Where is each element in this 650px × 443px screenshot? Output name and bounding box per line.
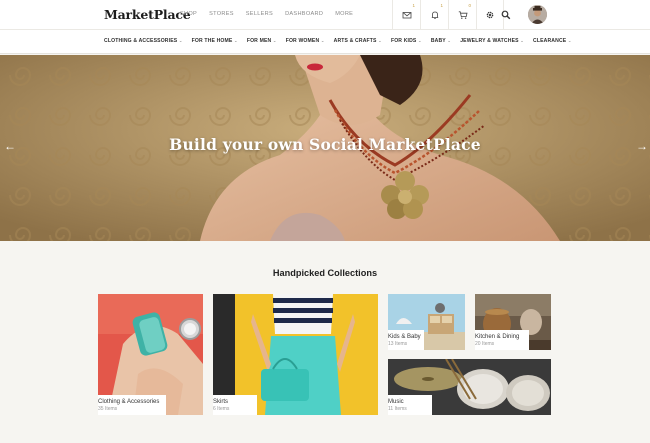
nav-stores[interactable]: STORES xyxy=(209,11,234,17)
hero-title: Build your own Social MarketPlace xyxy=(169,135,481,154)
category-for-kids[interactable]: FOR KIDS xyxy=(391,38,422,44)
collection-caption: Skirts 6 Items xyxy=(213,395,257,415)
collection-name: Skirts xyxy=(213,399,228,405)
nav-more[interactable]: MORE xyxy=(335,11,353,17)
notifications-button[interactable]: 1 xyxy=(420,0,448,30)
nav-sellers[interactable]: SELLERS xyxy=(246,11,273,17)
site-logo[interactable]: MarketPlace xyxy=(104,7,191,22)
envelope-icon xyxy=(402,12,411,19)
nav-shop[interactable]: SHOP xyxy=(180,11,197,17)
collection-caption: Clothing & Accessories 35 Items xyxy=(98,395,166,415)
search-icon[interactable] xyxy=(500,9,512,21)
messages-button[interactable]: 1 xyxy=(392,0,420,30)
collection-tile-skirts[interactable]: Skirts 6 Items xyxy=(213,294,378,415)
carousel-next-arrow[interactable]: → xyxy=(636,139,648,153)
collection-count: 11 Items xyxy=(388,406,407,412)
collection-name: Kids & Baby xyxy=(388,334,421,340)
site-header: MarketPlace SHOP STORES SELLERS DASHBOAR… xyxy=(0,0,650,30)
collection-caption: Music 11 Items xyxy=(388,395,432,415)
collection-name: Kitchen & Dining xyxy=(475,334,520,340)
cart-icon xyxy=(458,11,468,19)
collection-caption: Kids & Baby 13 Items xyxy=(388,330,424,350)
cart-button[interactable]: 0 xyxy=(448,0,476,30)
notifications-badge: 1 xyxy=(440,3,443,8)
top-nav: SHOP STORES SELLERS DASHBOARD MORE xyxy=(180,11,353,17)
collections-heading: Handpicked Collections xyxy=(272,268,378,278)
collection-count: 35 Items xyxy=(98,406,118,412)
category-baby[interactable]: BABY xyxy=(431,38,451,44)
category-jewelry-watches[interactable]: JEWELRY & WATCHES xyxy=(460,38,524,44)
carousel-prev-arrow[interactable]: ← xyxy=(4,139,16,153)
collection-name: Clothing & Accessories xyxy=(98,399,160,405)
collection-tile-kitchen-dining[interactable]: Kitchen & Dining 20 Items xyxy=(475,294,551,350)
messages-badge: 1 xyxy=(412,3,415,8)
user-avatar[interactable] xyxy=(528,5,547,24)
bell-icon xyxy=(431,11,438,19)
cart-badge: 0 xyxy=(468,3,471,8)
header-actions: 1 1 0 xyxy=(392,0,504,30)
collection-name: Music xyxy=(388,399,404,405)
collection-caption: Kitchen & Dining 20 Items xyxy=(475,330,529,350)
collection-count: 20 Items xyxy=(475,341,495,347)
collection-tile-clothing-accessories[interactable]: Clothing & Accessories 35 Items xyxy=(98,294,203,415)
collection-count: 13 Items xyxy=(388,341,408,347)
gear-icon xyxy=(486,11,494,19)
category-clothing-accessories[interactable]: CLOTHING & ACCESSORIES xyxy=(104,38,183,44)
category-clearance[interactable]: CLEARANCE xyxy=(533,38,572,44)
category-arts-crafts[interactable]: ARTS & CRAFTS xyxy=(334,38,382,44)
category-for-the-home[interactable]: FOR THE HOME xyxy=(192,38,238,44)
collection-tile-music[interactable]: Music 11 Items xyxy=(388,359,551,415)
collection-count: 6 Items xyxy=(213,406,230,412)
category-nav: CLOTHING & ACCESSORIES FOR THE HOME FOR … xyxy=(0,30,650,54)
hero-banner: Build your own Social MarketPlace ← → xyxy=(0,55,650,241)
nav-dashboard[interactable]: DASHBOARD xyxy=(285,11,323,17)
category-for-men[interactable]: FOR MEN xyxy=(247,38,277,44)
category-for-women[interactable]: FOR WOMEN xyxy=(286,38,325,44)
collection-tile-kids-baby[interactable]: Kids & Baby 13 Items xyxy=(388,294,465,350)
